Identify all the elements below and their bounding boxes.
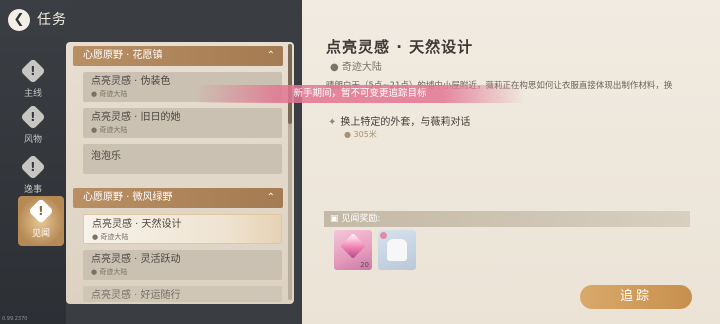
badge-icon bbox=[380, 232, 387, 239]
toast-message: 新手期间，暂不可变更追踪目标 bbox=[195, 85, 525, 103]
reward-count: 20 bbox=[360, 261, 369, 269]
nav-item-label: 逸事 bbox=[23, 185, 42, 195]
quest-location-text: 奇迹大陆 bbox=[100, 233, 129, 241]
reward-outfit[interactable] bbox=[378, 230, 416, 270]
distance-text: 305米 bbox=[353, 130, 377, 139]
quest-name: 点亮灵感 · 天然设计 bbox=[92, 219, 182, 230]
exclamation-icon: ! bbox=[20, 104, 46, 130]
group-title: 心愿原野 · 花愿镇 bbox=[83, 50, 163, 61]
track-button[interactable]: 追踪 bbox=[580, 285, 692, 309]
chevron-up-icon: ⌃ bbox=[266, 192, 275, 203]
quest-item[interactable]: 点亮灵感 · 灵活跃动 ● 奇迹大陆 bbox=[83, 250, 282, 280]
rewards-header: ▣ 见闻奖励: bbox=[324, 211, 690, 227]
outfit-icon bbox=[387, 239, 407, 261]
quest-detail-location: ● 奇迹大陆 bbox=[330, 58, 382, 73]
objective-distance: ● 305米 bbox=[344, 129, 377, 140]
group-header-breeze-meadow[interactable]: 心愿原野 · 微风绿野 ⌃ bbox=[73, 188, 283, 208]
quest-item-selected[interactable]: 点亮灵感 · 天然设计 ● 奇迹大陆 bbox=[83, 214, 282, 244]
nav-item-insights[interactable]: ! 见闻 bbox=[18, 196, 64, 246]
location-pin-icon: ● bbox=[344, 130, 354, 139]
chevron-up-icon: ⌃ bbox=[266, 50, 275, 61]
nav-item-label: 风物 bbox=[23, 135, 42, 145]
nav-item-main[interactable]: ! 主线 bbox=[8, 58, 58, 110]
quest-detail-location-text: 奇迹大陆 bbox=[341, 62, 382, 73]
group-header-flower-town[interactable]: 心愿原野 · 花愿镇 ⌃ bbox=[73, 46, 283, 66]
quest-objective: ✦ 换上特定的外套，与薇莉对话 bbox=[328, 113, 470, 128]
exclamation-icon: ! bbox=[20, 58, 46, 84]
quest-location: ● 奇迹大陆 bbox=[91, 267, 282, 277]
quest-location: ● 奇迹大陆 bbox=[91, 125, 282, 135]
objective-text: 换上特定的外套，与薇莉对话 bbox=[340, 117, 471, 128]
crystal-icon bbox=[340, 233, 366, 259]
quest-name: 点亮灵感 · 旧日的她 bbox=[91, 112, 181, 123]
quest-title: 点亮灵感 · 天然设计 bbox=[326, 38, 474, 56]
quest-name: 点亮灵感 · 好运随行 bbox=[91, 290, 181, 301]
gift-icon: ▣ bbox=[330, 214, 342, 224]
quest-location: ● 奇迹大陆 bbox=[92, 232, 281, 242]
exclamation-icon: ! bbox=[28, 198, 54, 224]
exclamation-icon: ! bbox=[20, 154, 46, 180]
rewards-label: 见闻奖励: bbox=[341, 214, 381, 224]
quest-location-text: 奇迹大陆 bbox=[99, 90, 128, 98]
quest-name: 泡泡乐 bbox=[91, 151, 121, 162]
location-pin-icon: ● bbox=[330, 62, 342, 73]
quest-screen: ❮ 任务 ! 主线 ! 风物 ! 逸事 ! 见闻 心愿原野 · 花愿镇 ⌃ 点亮… bbox=[0, 0, 720, 324]
quest-location-text: 奇迹大陆 bbox=[99, 268, 128, 276]
sparkle-icon: ✦ bbox=[328, 117, 337, 128]
back-arrow-icon[interactable]: ❮ bbox=[8, 9, 30, 31]
quest-location-text: 奇迹大陆 bbox=[99, 126, 128, 134]
list-scrollbar-thumb[interactable] bbox=[288, 44, 292, 124]
nav-item-label: 主线 bbox=[23, 89, 42, 99]
quest-item[interactable]: 点亮灵感 · 好运随行 bbox=[83, 286, 282, 302]
quest-item[interactable]: 泡泡乐 bbox=[83, 144, 282, 174]
version-label: 0.99.2370 bbox=[2, 316, 28, 322]
page-title: 任务 bbox=[37, 12, 67, 28]
quest-item[interactable]: 点亮灵感 · 旧日的她 ● 奇迹大陆 bbox=[83, 108, 282, 138]
nav-item-customs[interactable]: ! 风物 bbox=[8, 104, 58, 156]
group-title: 心愿原野 · 微风绿野 bbox=[83, 192, 173, 203]
nav-item-label: 见闻 bbox=[31, 229, 50, 239]
quest-name: 点亮灵感 · 灵活跃动 bbox=[91, 254, 181, 265]
reward-crystal[interactable]: 20 bbox=[334, 230, 372, 270]
